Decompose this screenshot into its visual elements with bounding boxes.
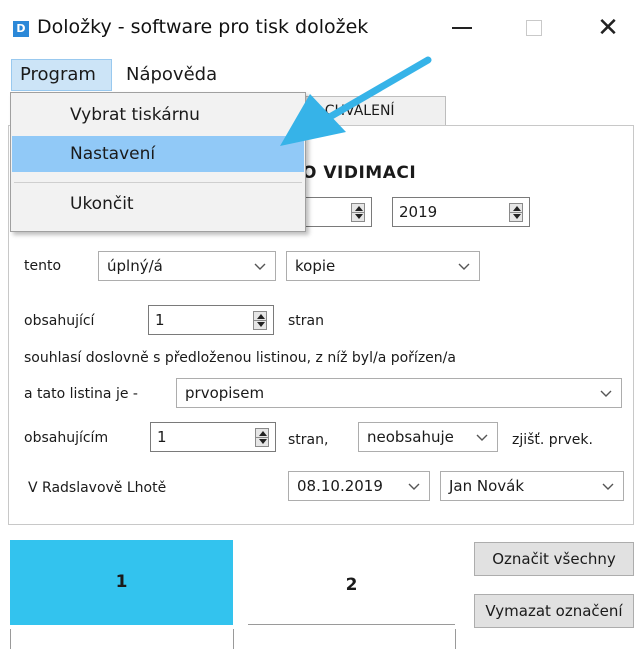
select-all-button[interactable]: Označit všechny [474, 542, 634, 576]
menu-item-exit[interactable]: Ukončit [12, 186, 304, 222]
document-kind-value: kopie [295, 257, 336, 275]
year-value: 2019 [399, 203, 438, 221]
window-title: Doložky - software pro tisk doložek [37, 16, 369, 38]
person-value: Jan Novák [449, 477, 525, 495]
chevron-down-icon [458, 263, 470, 270]
statement-text: souhlasí doslovně s předloženou listinou… [24, 350, 456, 366]
chevron-down-icon [600, 390, 612, 397]
page-2-button[interactable]: 2 [248, 540, 455, 625]
chevron-down-icon [408, 483, 420, 490]
label-stran-comma: stran, [288, 432, 329, 448]
date-picker[interactable]: 08.10.2019 [288, 471, 430, 501]
arrow-annotation-icon [280, 56, 432, 146]
label-stran: stran [288, 313, 324, 329]
pages-spinner[interactable]: 1 [148, 305, 274, 335]
chevron-down-icon [254, 263, 266, 270]
clear-selection-button[interactable]: Vymazat označení [474, 594, 634, 628]
completeness-value: úplný/á [107, 257, 163, 275]
pages2-value: 1 [157, 428, 167, 446]
document-kind-select[interactable]: kopie [286, 251, 480, 281]
security-feature-value: neobsahuje [367, 428, 454, 446]
divider [455, 629, 456, 649]
close-icon[interactable]: ✕ [590, 10, 626, 46]
place-label: V Radslavově Lhotě [28, 480, 167, 496]
divider [233, 629, 234, 649]
label-obsahujici: obsahující [24, 313, 95, 329]
original-type-value: prvopisem [185, 384, 265, 402]
minimize-icon[interactable] [452, 27, 472, 29]
app-icon: D [13, 21, 29, 37]
completeness-select[interactable]: úplný/á [98, 251, 276, 281]
page-1-button[interactable]: 1 [10, 540, 233, 625]
person-select[interactable]: Jan Novák [440, 471, 624, 501]
year-spinner[interactable]: 2019 [392, 197, 530, 227]
label-zjist-prvek: zjišť. prvek. [512, 432, 593, 448]
pages-value: 1 [155, 311, 165, 329]
date-value: 08.10.2019 [297, 477, 383, 495]
menu-help[interactable]: Nápověda [126, 59, 217, 91]
day-spinner[interactable] [296, 197, 372, 227]
menu-program[interactable]: Program [11, 59, 112, 91]
maximize-icon[interactable] [526, 20, 542, 36]
label-tento: tento [24, 258, 62, 274]
original-type-select[interactable]: prvopisem [176, 378, 622, 408]
pages2-spinner[interactable]: 1 [150, 422, 276, 452]
chevron-down-icon [476, 434, 488, 441]
divider [10, 629, 11, 649]
security-feature-select[interactable]: neobsahuje [358, 422, 498, 452]
chevron-down-icon [602, 483, 614, 490]
label-listina: a tato listina je - [24, 386, 138, 402]
menu-separator [14, 182, 302, 183]
label-obsahujicim: obsahujícím [24, 430, 109, 446]
